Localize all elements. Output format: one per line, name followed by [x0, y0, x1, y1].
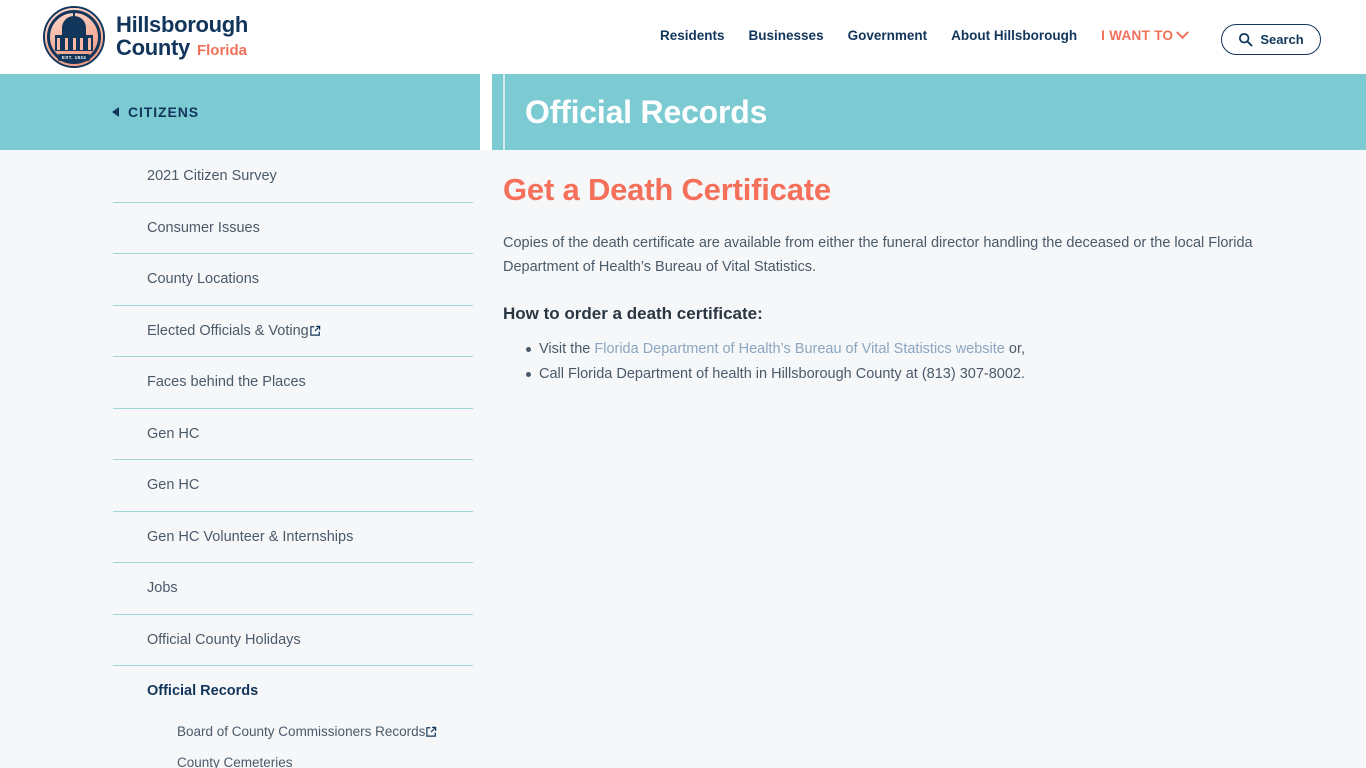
- logo-line-county: County: [116, 35, 190, 60]
- site-header: EST. 1834 Hillsborough County Florida Re…: [0, 0, 1366, 74]
- external-link-icon: [310, 325, 320, 336]
- back-to-citizens-link[interactable]: CITIZENS: [112, 104, 199, 120]
- sidebar-item-label: Official County Holidays: [147, 631, 301, 648]
- sidebar-item-label: Official Records: [147, 683, 259, 699]
- step-text-after: or,: [1004, 340, 1026, 357]
- logo-line-florida: Florida: [196, 42, 247, 59]
- seal-est-label: EST. 1834: [57, 54, 91, 61]
- order-steps-list: Visit the Florida Department of Health’s…: [503, 337, 1366, 387]
- nav-item-residents[interactable]: Residents: [660, 28, 725, 43]
- nav-item-government[interactable]: Government: [848, 28, 928, 43]
- triangle-left-icon: [112, 107, 119, 117]
- sidebar-item[interactable]: Faces behind the Places: [113, 357, 473, 409]
- search-button-label: Search: [1260, 32, 1304, 47]
- logo-line-hillsborough: Hillsborough: [116, 12, 249, 38]
- sidebar-item-label: Gen HC: [147, 425, 200, 442]
- step-text-before: Call Florida Department of health in Hil…: [539, 365, 1026, 382]
- sidebar-item[interactable]: Gen HC: [113, 460, 473, 512]
- content-subheading: How to order a death certificate:: [503, 303, 763, 323]
- sidebar-item-label: 2021 Citizen Survey: [147, 168, 277, 185]
- sidebar-item-label: Consumer Issues: [147, 219, 260, 236]
- sidebar-item[interactable]: Jobs: [113, 563, 473, 615]
- page-banner: CITIZENS Official Records: [0, 74, 1366, 150]
- sidebar-item[interactable]: Elected Officials & Voting: [113, 306, 473, 357]
- sidebar-item-label: Elected Officials & Voting: [147, 322, 309, 339]
- banner-right-panel: Official Records: [492, 74, 1366, 150]
- nav-item-businesses[interactable]: Businesses: [749, 28, 824, 43]
- banner-divider: [480, 74, 492, 150]
- search-button[interactable]: Search: [1221, 24, 1321, 55]
- nav-item-i-want-to[interactable]: I WANT TO: [1101, 26, 1190, 43]
- page-title: Official Records: [525, 93, 768, 130]
- sidebar-item-label: Gen HC Volunteer & Internships: [147, 528, 354, 545]
- vital-statistics-website-link[interactable]: Florida Department of Health’s Bureau of…: [594, 341, 1005, 357]
- nav-item-i-want-to-label: I WANT TO: [1101, 28, 1174, 43]
- sidebar-item-label: County Locations: [147, 271, 260, 288]
- sidebar-sub-item[interactable]: County Cemeteries: [113, 747, 480, 768]
- site-logo[interactable]: EST. 1834 Hillsborough County Florida: [43, 6, 248, 68]
- content-intro-paragraph: Copies of the death certificate are avai…: [503, 235, 1253, 276]
- sidebar-sub-item-label: County Cemeteries: [177, 755, 293, 768]
- sidebar-sub-item[interactable]: Board of County Commissioners Records: [113, 716, 480, 747]
- sidebar-item[interactable]: Official County Holidays: [113, 615, 473, 666]
- page-body: 2021 Citizen Survey Consumer Issues County…: [0, 150, 1366, 768]
- main-content: Get a Death Certificate Copies of the de…: [480, 150, 1366, 768]
- sidebar-item[interactable]: County Locations: [113, 254, 473, 306]
- sidebar-item-label: Jobs: [147, 580, 178, 597]
- sidebar-item[interactable]: Consumer Issues: [113, 203, 473, 254]
- sidebar-item[interactable]: 2021 Citizen Survey: [113, 151, 473, 203]
- sidebar-item[interactable]: Gen HC Volunteer & Internships: [113, 512, 473, 563]
- content-heading: Get a Death Certificate: [503, 172, 831, 207]
- order-step-item: Visit the Florida Department of Health’s…: [503, 337, 1366, 362]
- external-link-icon: [426, 726, 437, 737]
- sidebar-item[interactable]: Gen HC: [113, 409, 473, 460]
- primary-navigation: Residents Businesses Government About Hi…: [660, 26, 1190, 43]
- nav-item-about-hillsborough[interactable]: About Hillsborough: [951, 28, 1077, 43]
- sidebar-item[interactable]: Official Records: [113, 666, 473, 716]
- order-step-item: Call Florida Department of health in Hil…: [503, 362, 1366, 387]
- county-seal-icon: EST. 1834: [43, 6, 105, 68]
- search-icon: [1239, 32, 1253, 47]
- sidebar-sub-item-label: Board of County Commissioners Records: [177, 724, 426, 739]
- sidebar-item-label: Faces behind the Places: [147, 374, 306, 391]
- sidebar-navigation: 2021 Citizen Survey Consumer Issues County…: [0, 150, 480, 768]
- chevron-down-icon: [1176, 26, 1190, 40]
- back-to-citizens-label: CITIZENS: [128, 104, 199, 120]
- step-text-before: Visit the: [539, 340, 595, 357]
- banner-left-panel: CITIZENS: [0, 74, 480, 150]
- sidebar-item-label: Gen HC: [147, 477, 200, 494]
